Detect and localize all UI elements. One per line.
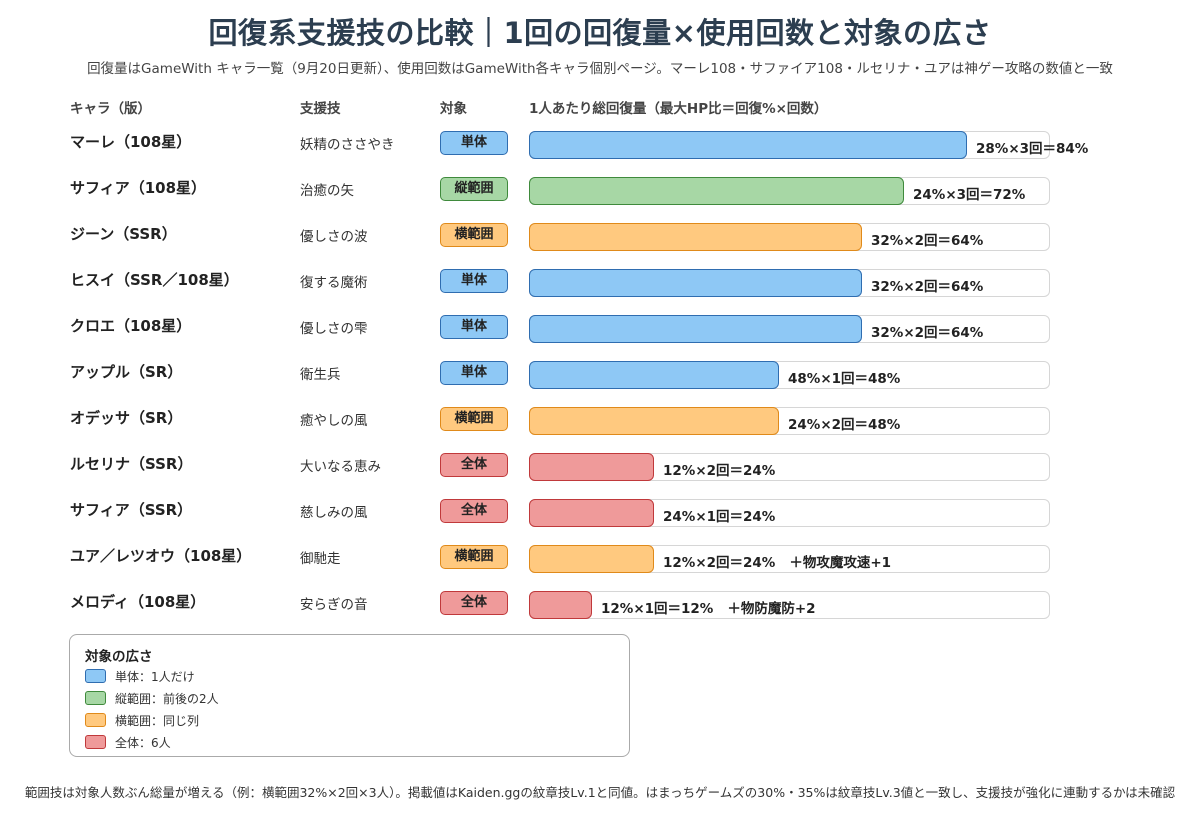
target-badge: 全体 — [440, 591, 508, 615]
value-formula: 32%×2回＝64% — [871, 279, 984, 295]
character-name: ユア／レツオウ（108星） — [70, 547, 252, 565]
target-badge: 横範囲 — [440, 545, 508, 569]
chart-row: ジーン（SSR） 優しさの波 横範囲 32%×2回＝64% — [0, 223, 1200, 269]
chart-row: メロディ（108星） 安らぎの音 全体 12%×1回＝12% ＋物防魔防+2 — [0, 591, 1200, 637]
chart-row: サフィア（108星） 治癒の矢 縦範囲 24%×3回＝72% — [0, 177, 1200, 223]
skill-name: 優しさの波 — [300, 229, 368, 245]
legend-swatch — [85, 669, 106, 683]
value-formula: 24%×1回＝24% — [663, 509, 776, 525]
value-formula: 12%×2回＝24% — [663, 463, 776, 479]
skill-name: 慈しみの風 — [300, 505, 368, 521]
chart-row: ユア／レツオウ（108星） 御馳走 横範囲 12%×2回＝24% ＋物攻魔攻速+1 — [0, 545, 1200, 591]
target-badge: 横範囲 — [440, 407, 508, 431]
chart-title: 回復系支援技の比較｜1回の回復量×使用回数と対象の広さ — [208, 16, 992, 50]
value-label: 24%×2回＝48% — [788, 413, 900, 433]
bar — [529, 545, 654, 573]
target-badge: 単体 — [440, 361, 508, 385]
skill-name: 安らぎの音 — [300, 597, 368, 613]
chart-row: アップル（SR） 衛生兵 単体 48%×1回＝48% — [0, 361, 1200, 407]
legend-label: 単体：1人だけ — [115, 670, 195, 684]
skill-name: 癒やしの風 — [300, 413, 368, 429]
skill-name: 衛生兵 — [300, 367, 341, 383]
value-formula: 24%×3回＝72% — [913, 187, 1026, 203]
chart-row: サフィア（SSR） 慈しみの風 全体 24%×1回＝24% — [0, 499, 1200, 545]
bar — [529, 177, 904, 205]
character-name: サフィア（108星） — [70, 179, 207, 197]
character-name: オデッサ（SR） — [70, 409, 183, 427]
target-badge: 単体 — [440, 131, 508, 155]
bar — [529, 453, 654, 481]
value-formula: 32%×2回＝64% — [871, 325, 984, 341]
header-character: キャラ（版） — [70, 101, 151, 117]
bar — [529, 131, 967, 159]
legend-label: 横範囲：同じ列 — [115, 714, 200, 728]
value-formula: 48%×1回＝48% — [788, 371, 901, 387]
value-label: 48%×1回＝48% — [788, 367, 900, 387]
bar — [529, 269, 862, 297]
value-label: 12%×2回＝24% — [663, 459, 775, 479]
target-badge: 全体 — [440, 499, 508, 523]
chart-row: ルセリナ（SSR） 大いなる恵み 全体 12%×2回＝24% — [0, 453, 1200, 499]
skill-name: 治癒の矢 — [300, 183, 354, 199]
bar — [529, 499, 654, 527]
character-name: サフィア（SSR） — [70, 501, 193, 519]
value-extra-effect: ＋物防魔防+2 — [727, 601, 816, 617]
chart-row: マーレ（108星） 妖精のささやき 単体 28%×3回＝84% — [0, 131, 1200, 177]
skill-name: 妖精のささやき — [300, 137, 395, 153]
legend-title: 対象の広さ — [85, 649, 153, 665]
value-label: 12%×1回＝12% ＋物防魔防+2 — [601, 597, 816, 617]
value-label: 24%×3回＝72% — [913, 183, 1025, 203]
character-name: メロディ（108星） — [70, 593, 206, 611]
value-formula: 12%×2回＝24% — [663, 555, 776, 571]
character-name: マーレ（108星） — [70, 133, 192, 151]
skill-name: 御馳走 — [300, 551, 341, 567]
chart-row: クロエ（108星） 優しさの雫 単体 32%×2回＝64% — [0, 315, 1200, 361]
footnote: 範囲技は対象人数ぶん総量が増える（例：横範囲32%×2回×3人）。掲載値はKai… — [24, 785, 1176, 800]
bar — [529, 407, 779, 435]
legend-swatch — [85, 735, 106, 749]
value-label: 12%×2回＝24% ＋物攻魔攻速+1 — [663, 551, 891, 571]
value-extra-effect: ＋物攻魔攻速+1 — [789, 555, 892, 571]
value-formula: 24%×2回＝48% — [788, 417, 901, 433]
bar — [529, 591, 592, 619]
value-formula: 28%×3回＝84% — [976, 141, 1089, 157]
value-formula: 12%×1回＝12% — [601, 601, 714, 617]
header-target: 対象 — [440, 101, 467, 117]
skill-name: 復する魔術 — [300, 275, 368, 291]
legend-swatch — [85, 691, 106, 705]
value-formula: 32%×2回＝64% — [871, 233, 984, 249]
value-label: 24%×1回＝24% — [663, 505, 775, 525]
bar — [529, 315, 862, 343]
bar — [529, 223, 862, 251]
value-label: 32%×2回＝64% — [871, 321, 983, 341]
legend: 対象の広さ 単体：1人だけ縦範囲：前後の2人 横範囲：同じ列 全体：6人 — [69, 634, 630, 757]
skill-name: 優しさの雫 — [300, 321, 368, 337]
character-name: ルセリナ（SSR） — [70, 455, 193, 473]
value-label: 32%×2回＝64% — [871, 229, 983, 249]
target-badge: 単体 — [440, 269, 508, 293]
legend-swatch — [85, 713, 106, 727]
header-total: 1人あたり総回復量（最大HP比＝回復%×回数） — [529, 101, 828, 117]
chart-subtitle: 回復量はGameWith キャラ一覧（9月20日更新）、使用回数はGameWit… — [87, 61, 1113, 77]
character-name: クロエ（108星） — [70, 317, 192, 335]
character-name: ジーン（SSR） — [70, 225, 177, 243]
value-label: 28%×3回＝84% — [976, 137, 1088, 157]
skill-name: 大いなる恵み — [300, 459, 381, 475]
character-name: アップル（SR） — [70, 363, 183, 381]
target-badge: 単体 — [440, 315, 508, 339]
chart-row: オデッサ（SR） 癒やしの風 横範囲 24%×2回＝48% — [0, 407, 1200, 453]
legend-label: 縦範囲：前後の2人 — [115, 692, 219, 706]
character-name: ヒスイ（SSR／108星） — [70, 271, 239, 289]
legend-label: 全体：6人 — [115, 736, 171, 750]
target-badge: 縦範囲 — [440, 177, 508, 201]
header-skill: 支援技 — [300, 101, 341, 117]
target-badge: 全体 — [440, 453, 508, 477]
chart-row: ヒスイ（SSR／108星） 復する魔術 単体 32%×2回＝64% — [0, 269, 1200, 315]
bar — [529, 361, 779, 389]
value-label: 32%×2回＝64% — [871, 275, 983, 295]
target-badge: 横範囲 — [440, 223, 508, 247]
